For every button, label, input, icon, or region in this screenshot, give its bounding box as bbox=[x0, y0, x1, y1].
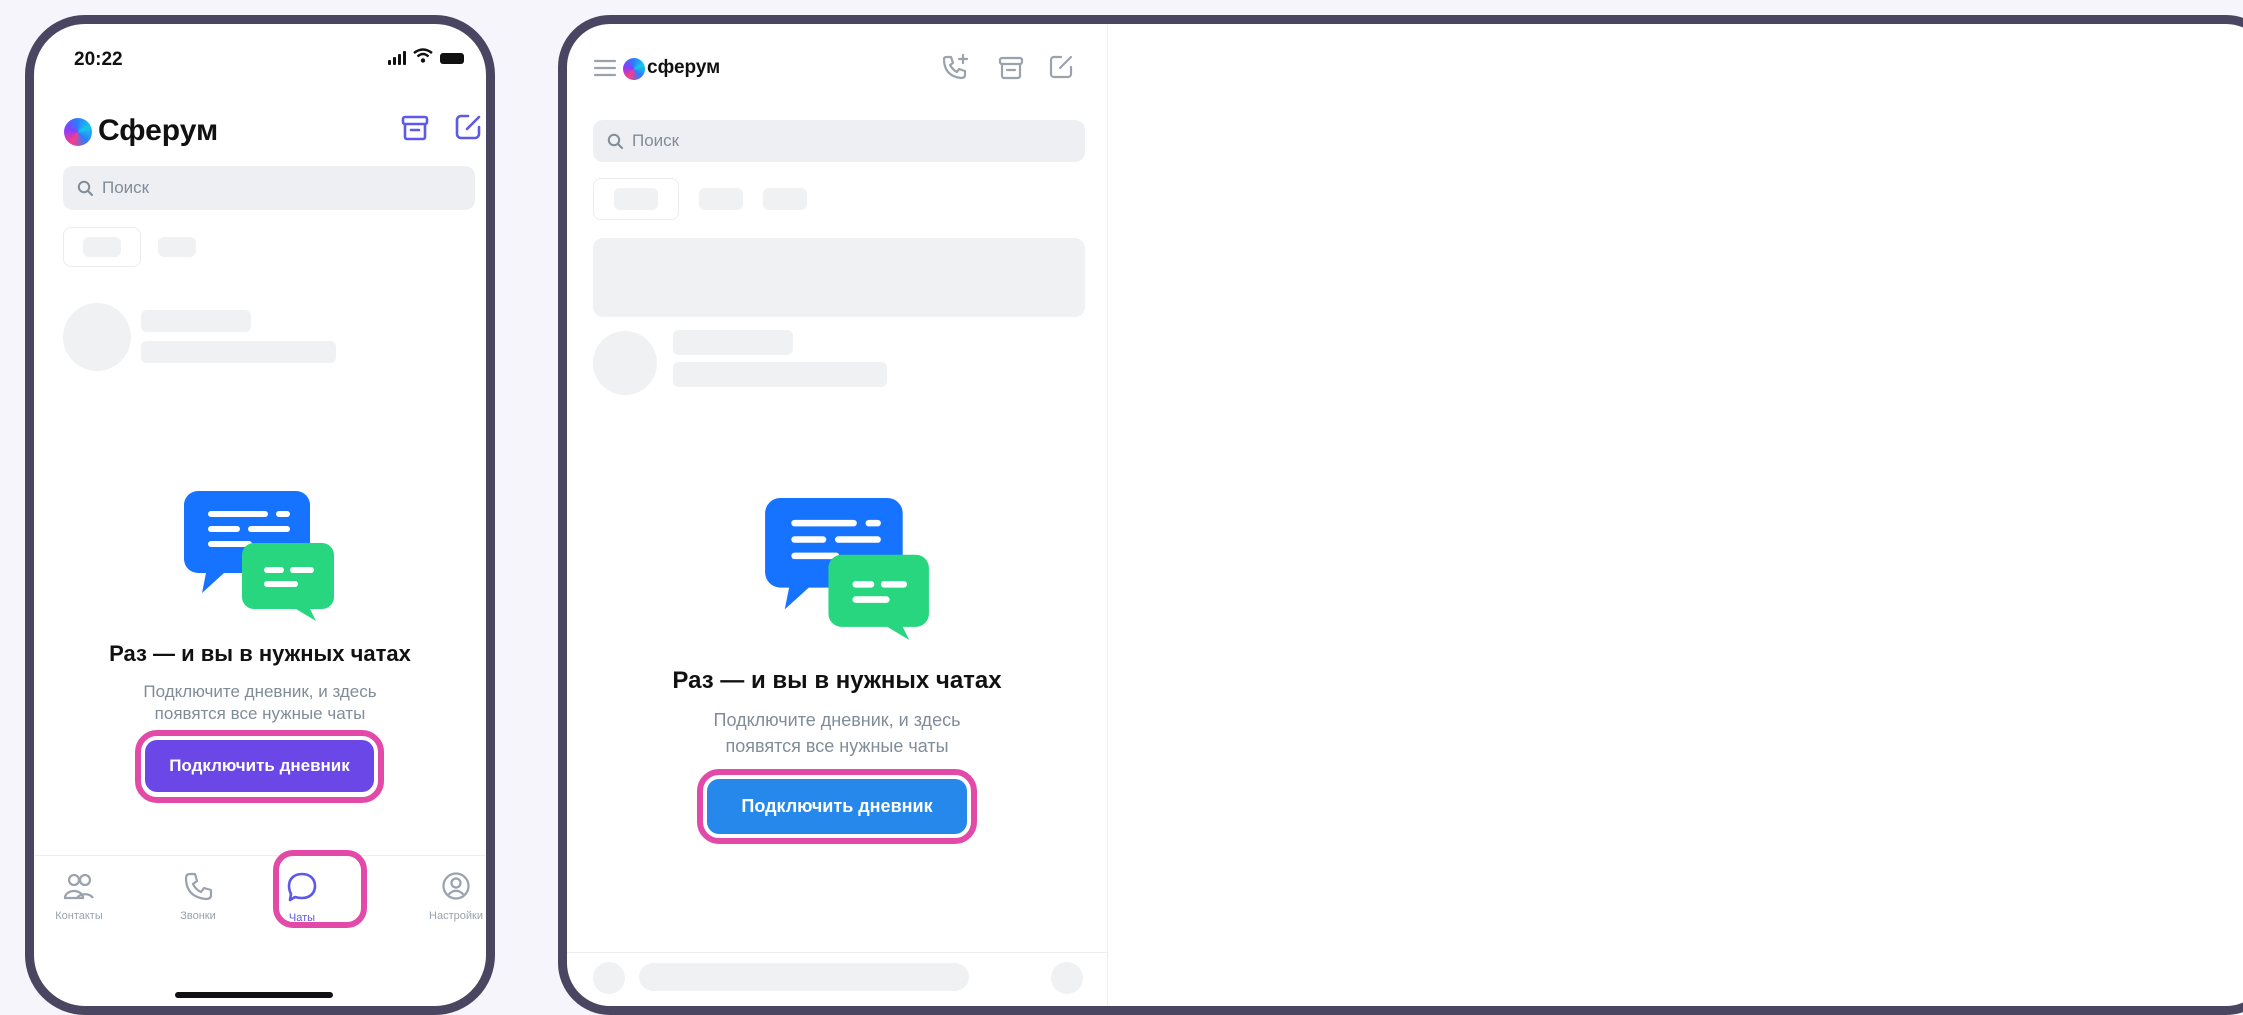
app-title: Сферум bbox=[98, 114, 219, 147]
app-brand: сферум bbox=[647, 57, 721, 78]
app-logo-icon bbox=[64, 118, 92, 146]
empty-state-title: Раз — и вы в нужных чатах bbox=[109, 641, 411, 666]
tab-label: Контакты bbox=[55, 910, 103, 922]
skeleton-line bbox=[639, 963, 969, 991]
empty-state-subtitle-line: Подключите дневник, и здесь bbox=[143, 682, 377, 701]
status-icons bbox=[388, 48, 464, 68]
empty-state-title: Раз — и вы в нужных чатах bbox=[672, 667, 1002, 694]
wifi-icon bbox=[413, 48, 433, 68]
archive-icon[interactable] bbox=[997, 54, 1025, 87]
call-add-icon[interactable] bbox=[942, 53, 972, 86]
connect-diary-button[interactable]: Подключить дневник bbox=[145, 740, 374, 792]
desktop-mockup: сферум Поиск Раз — и вы в нужных чатах П… bbox=[558, 15, 2243, 1015]
signal-icon bbox=[388, 51, 406, 65]
chat-bubbles-illustration bbox=[184, 491, 334, 626]
skeleton-tab bbox=[699, 188, 743, 210]
menu-icon[interactable] bbox=[593, 57, 617, 84]
filter-tabs-skeleton bbox=[63, 227, 196, 267]
skeleton-banner bbox=[593, 238, 1085, 317]
skeleton-line bbox=[141, 310, 251, 332]
status-bar: 20:22 bbox=[34, 24, 486, 84]
app-logo-icon bbox=[623, 58, 645, 80]
highlight-frame bbox=[273, 850, 367, 928]
skeleton-avatar bbox=[1051, 962, 1083, 994]
archive-icon[interactable] bbox=[400, 113, 430, 148]
home-indicator bbox=[175, 992, 333, 998]
empty-state-subtitle-line: Подключите дневник, и здесь bbox=[713, 710, 961, 730]
chat-bubbles-illustration bbox=[765, 498, 929, 645]
skeleton-tab bbox=[63, 227, 141, 267]
skeleton-avatar bbox=[593, 962, 625, 994]
phone-icon bbox=[184, 872, 213, 901]
search-icon bbox=[77, 180, 93, 196]
skeleton-line bbox=[673, 362, 887, 387]
chat-sidebar: сферум Поиск Раз — и вы в нужных чатах П… bbox=[567, 24, 1108, 1006]
empty-state: Раз — и вы в нужных чатах Подключите дне… bbox=[567, 667, 1107, 759]
status-time: 20:22 bbox=[74, 49, 123, 70]
search-input[interactable]: Поиск bbox=[593, 120, 1085, 162]
compose-icon[interactable] bbox=[1047, 53, 1075, 86]
tab-label: Звонки bbox=[180, 910, 216, 922]
empty-state-subtitle: Подключите дневник, и здесь появятся все… bbox=[567, 707, 1107, 759]
app-header: Сферум bbox=[34, 104, 486, 154]
tab-calls[interactable]: Звонки bbox=[153, 871, 243, 922]
phone-mockup: 20:22 Сферум Поиск Раз — и вы в нужных ч… bbox=[25, 15, 495, 1015]
composer-skeleton bbox=[567, 952, 1107, 994]
contacts-icon bbox=[63, 873, 94, 900]
profile-icon bbox=[442, 872, 470, 900]
skeleton-tab bbox=[763, 188, 807, 210]
empty-state-subtitle: Подключите дневник, и здесь появятся все… bbox=[34, 681, 486, 725]
battery-icon bbox=[440, 52, 464, 64]
skeleton-avatar bbox=[63, 303, 131, 371]
compose-icon[interactable] bbox=[453, 112, 483, 147]
tab-settings[interactable]: Настройки bbox=[411, 871, 486, 922]
tab-label: Настройки bbox=[429, 910, 483, 922]
skeleton-avatar bbox=[593, 331, 657, 395]
skeleton-tab bbox=[158, 237, 196, 257]
tab-bar: Контакты Звонки Чаты Настройки bbox=[34, 850, 486, 1006]
skeleton-line bbox=[673, 330, 793, 355]
search-placeholder: Поиск bbox=[632, 131, 680, 150]
connect-diary-button[interactable]: Подключить дневник bbox=[707, 779, 967, 834]
skeleton-line bbox=[141, 341, 336, 363]
filter-tabs-skeleton bbox=[593, 178, 807, 220]
skeleton-tab bbox=[593, 178, 679, 220]
search-icon bbox=[607, 133, 623, 149]
empty-state-subtitle-line: появятся все нужные чаты bbox=[725, 736, 949, 756]
search-placeholder: Поиск bbox=[102, 178, 150, 197]
search-input[interactable]: Поиск bbox=[63, 166, 475, 210]
empty-state: Раз — и вы в нужных чатах Подключите дне… bbox=[34, 641, 486, 725]
empty-state-subtitle-line: появятся все нужные чаты bbox=[154, 704, 366, 723]
tab-contacts[interactable]: Контакты bbox=[34, 871, 124, 922]
